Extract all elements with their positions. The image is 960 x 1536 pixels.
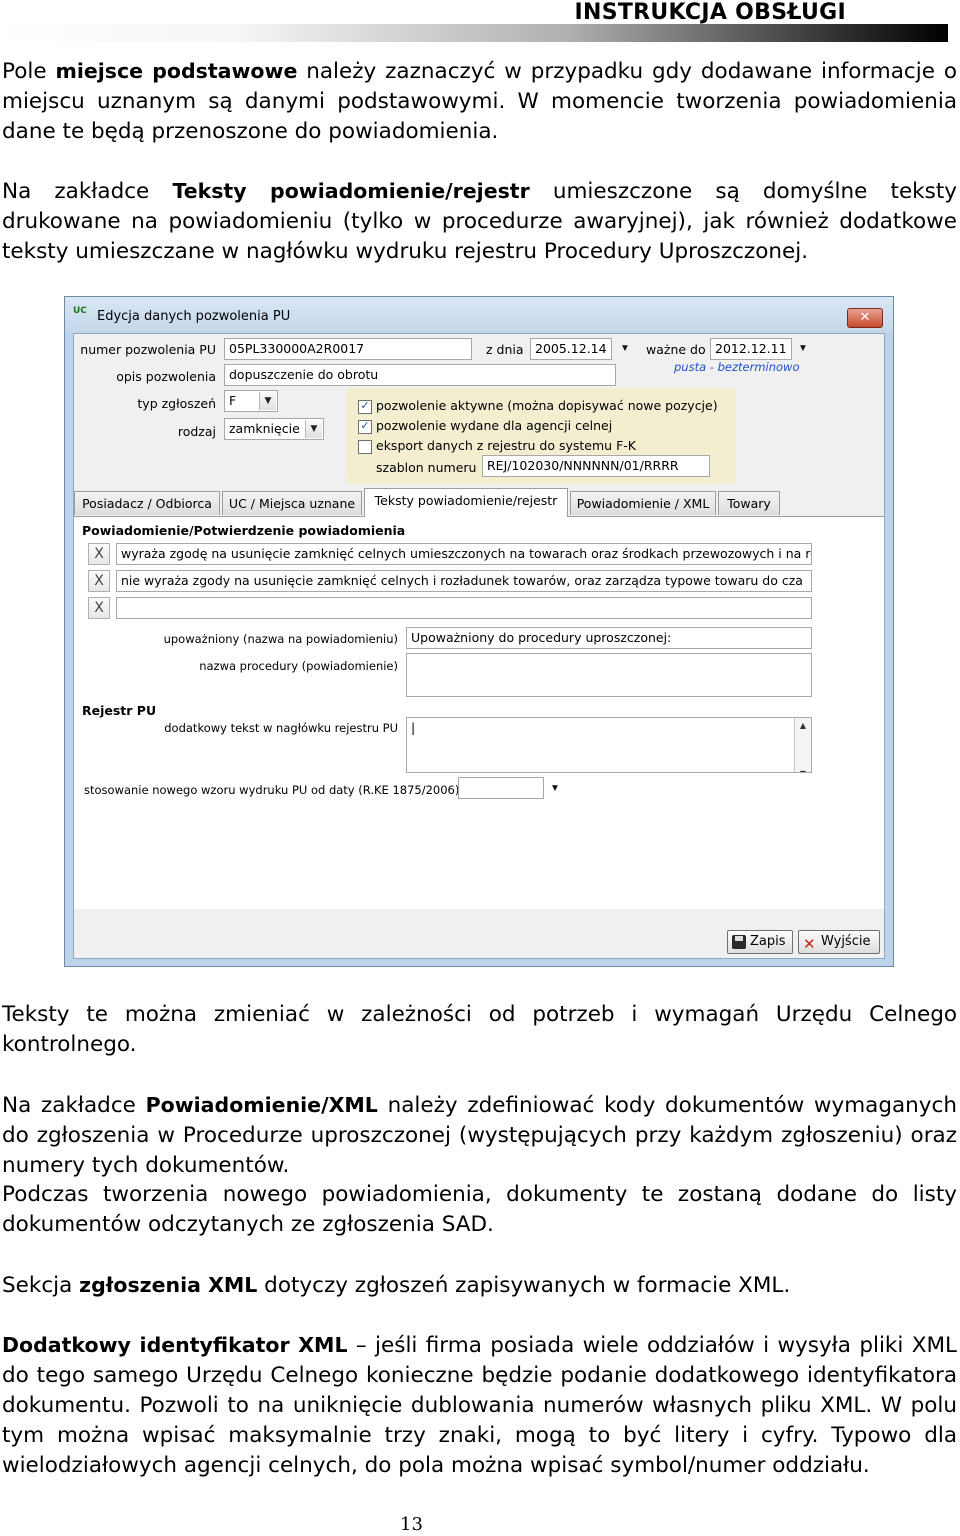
- page-number: 13: [400, 1514, 423, 1535]
- dialog-title: Edycja danych pozwolenia PU: [97, 309, 291, 324]
- text3-field[interactable]: [116, 597, 812, 619]
- p2-term: Teksty powiadomienie/rejestr: [172, 179, 530, 203]
- exit-button[interactable]: ✕ Wyjście: [798, 930, 880, 954]
- clear-text1-button[interactable]: X: [88, 543, 110, 565]
- page-header: INSTRUKCJA OBSŁUGI: [0, 0, 960, 44]
- tab-posiadacz[interactable]: Posiadacz / Odbiorca: [74, 491, 220, 515]
- clear-text3-button[interactable]: X: [88, 597, 110, 619]
- floppy-disk-icon: [732, 935, 746, 949]
- chk-agencja-label: pozwolenie wydane dla agencji celnej: [376, 418, 613, 433]
- nazwa-procedury-field[interactable]: [406, 653, 812, 697]
- tab-bar: Posiadacz / Odbiorca UC / Miejsca uznane…: [74, 488, 884, 517]
- typ-combo[interactable]: F ▼: [224, 390, 278, 412]
- dodatkowy-tekst-label: dodatkowy tekst w nagłówku rejestru PU: [164, 721, 398, 735]
- paragraph-teksty-zmiana: Teksty te można zmieniać w zależności od…: [2, 1002, 957, 1057]
- clear-text2-button[interactable]: X: [88, 570, 110, 592]
- p6-text-pre: Sekcja: [2, 1273, 80, 1298]
- header-gradient-bar: [0, 24, 948, 42]
- opis-field[interactable]: dopuszczenie do obrotu: [224, 364, 616, 386]
- dialog-client: numer pozwolenia PU 05PL330000A2R0017 z …: [73, 333, 885, 959]
- rodzaj-combo[interactable]: zamknięcie ▼: [224, 418, 324, 440]
- typ-chevron-down-icon[interactable]: ▼: [259, 392, 276, 410]
- chk-aktywne-label: pozwolenie aktywne (można dopisywać nowe…: [376, 398, 718, 413]
- p6-text-post: dotyczy zgłoszeń zapisywanych w formacie…: [257, 1273, 791, 1298]
- p1-text-pre: Pole: [2, 59, 56, 84]
- p1-term: miejsce podstawowe: [55, 59, 298, 83]
- section-powiadomienie-heading: Powiadomienie/Potwierdzenie powiadomieni…: [82, 523, 406, 538]
- upowazniony-field[interactable]: Upoważniony do procedury uproszczonej:: [406, 627, 812, 649]
- chk-eksport-label: eksport danych z rejestru do systemu F-K: [376, 438, 636, 453]
- szablon-label: szablon numeru: [376, 460, 477, 475]
- paragraph-powiadomienie-xml: Na zakładce Powiadomienie/XML należy zde…: [2, 1090, 957, 1181]
- teksty-tab-page: Powiadomienie/Potwierdzenie powiadomieni…: [74, 516, 884, 909]
- typ-label: typ zgłoszeń: [137, 396, 216, 411]
- szablon-field[interactable]: REJ/102030/NNNNNN/01/RRRR: [482, 455, 710, 477]
- text2-field[interactable]: nie wyraża zgody na usunięcie zamknięć c…: [116, 570, 812, 592]
- rodzaj-label: rodzaj: [177, 424, 216, 439]
- rodzaj-chevron-down-icon[interactable]: ▼: [305, 420, 322, 438]
- paragraph-sekcja-xml: Sekcja zgłoszenia XML dotyczy zgłoszeń z…: [2, 1270, 957, 1301]
- exit-x-icon: ✕: [803, 935, 816, 953]
- bezterminowo-link[interactable]: pusta - bezterminowo: [674, 360, 799, 374]
- section-rejestr-heading: Rejestr PU: [82, 703, 157, 718]
- chk-agencja-checkbox[interactable]: ✓: [358, 420, 372, 434]
- save-label: Zapis: [750, 934, 786, 949]
- opis-label: opis pozwolenia: [116, 369, 216, 384]
- wazne-dropdown-icon[interactable]: ▼: [798, 343, 808, 354]
- p4-text-pre: Na zakładce: [2, 1093, 146, 1118]
- p6-term: zgłoszenia XML: [79, 1273, 258, 1297]
- upowazniony-label: upoważniony (nazwa na powiadomieniu): [163, 632, 398, 646]
- p4-term: Powiadomienie/XML: [145, 1093, 378, 1117]
- dialog-titlebar: UC Edycja danych pozwolenia PU ✕: [65, 297, 893, 333]
- wazne-field[interactable]: 2012.12.11: [710, 338, 792, 360]
- zdnia-dropdown-icon[interactable]: ▼: [620, 343, 630, 354]
- save-button[interactable]: Zapis: [727, 930, 793, 954]
- options-group: ✓ pozwolenie aktywne (można dopisywać no…: [346, 388, 736, 484]
- text1-field[interactable]: wyraża zgodę na usunięcie zamknięć celny…: [116, 543, 812, 565]
- chk-aktywne-checkbox[interactable]: ✓: [358, 400, 372, 414]
- tab-teksty[interactable]: Teksty powiadomienie/rejestr: [364, 488, 568, 517]
- stosowanie-date-field[interactable]: [458, 777, 544, 799]
- paragraph-teksty-tab: Na zakładce Teksty powiadomienie/rejestr…: [2, 176, 957, 267]
- paragraph-miejsce-podstawowe: Pole miejsce podstawowe należy zaznaczyć…: [2, 56, 957, 147]
- paragraph-dodatkowy-identyfikator: Dodatkowy identyfikator XML – jeśli firm…: [2, 1330, 957, 1481]
- zdnia-label: z dnia: [486, 342, 524, 357]
- stosowanie-label: stosowanie nowego wzoru wydruku PU od da…: [84, 783, 460, 797]
- p7-term: Dodatkowy identyfikator XML: [2, 1333, 348, 1357]
- numer-field[interactable]: 05PL330000A2R0017: [224, 338, 472, 360]
- edit-permit-dialog: UC Edycja danych pozwolenia PU ✕ numer p…: [64, 296, 894, 967]
- app-icon: UC: [73, 306, 87, 316]
- stosowanie-dropdown-icon[interactable]: ▼: [550, 783, 560, 794]
- header-title: INSTRUKCJA OBSŁUGI: [574, 0, 846, 25]
- dodatkowy-tekst-field[interactable]: | ▲▼: [406, 717, 812, 773]
- wazne-label: ważne do: [646, 342, 706, 357]
- textarea-scrollbar[interactable]: ▲▼: [794, 718, 811, 772]
- paragraph-dokumenty-sad: Podczas tworzenia nowego powiadomienia, …: [2, 1182, 957, 1237]
- tab-powiadomienie-xml[interactable]: Powiadomienie / XML: [570, 491, 716, 515]
- p2-text-pre: Na zakładce: [2, 179, 173, 204]
- chk-eksport-checkbox[interactable]: [358, 440, 372, 454]
- tab-uc-miejsca[interactable]: UC / Miejsca uznane: [222, 491, 362, 515]
- nazwa-procedury-label: nazwa procedury (powiadomienie): [199, 659, 398, 673]
- close-button[interactable]: ✕: [847, 308, 883, 328]
- rodzaj-value: zamknięcie: [229, 421, 300, 436]
- numer-label: numer pozwolenia PU: [80, 342, 216, 357]
- typ-value: F: [229, 393, 237, 408]
- close-icon: ✕: [859, 310, 871, 325]
- exit-label: Wyjście: [821, 934, 871, 949]
- tab-towary[interactable]: Towary: [718, 491, 780, 515]
- zdnia-field[interactable]: 2005.12.14: [530, 338, 612, 360]
